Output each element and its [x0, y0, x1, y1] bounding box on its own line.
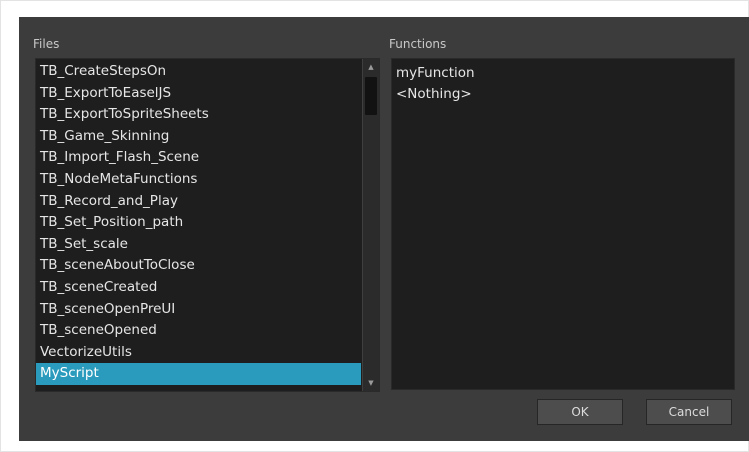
file-item[interactable]: TB_CreateStepsOn: [36, 61, 361, 83]
file-item[interactable]: TB_Import_Flash_Scene: [36, 147, 361, 169]
ok-button[interactable]: OK: [537, 399, 623, 425]
files-scrollbar[interactable]: ▲ ▼: [362, 59, 379, 391]
file-item[interactable]: TB_Set_Position_path: [36, 212, 361, 234]
page: Files Functions TB_CreateStepsOn TB_Expo…: [0, 0, 749, 452]
cancel-button[interactable]: Cancel: [646, 399, 732, 425]
file-item-selected[interactable]: MyScript: [36, 363, 361, 385]
functions-label: Functions: [389, 37, 447, 51]
files-list-box[interactable]: TB_CreateStepsOn TB_ExportToEaselJS TB_E…: [35, 58, 380, 392]
file-item[interactable]: TB_NodeMetaFunctions: [36, 169, 361, 191]
script-dialog: Files Functions TB_CreateStepsOn TB_Expo…: [19, 17, 749, 441]
functions-list[interactable]: myFunction <Nothing>: [392, 59, 734, 105]
file-item[interactable]: TB_sceneCreated: [36, 277, 361, 299]
file-item[interactable]: TB_sceneOpened: [36, 320, 361, 342]
file-item[interactable]: TB_Game_Skinning: [36, 126, 361, 148]
file-item[interactable]: TB_Set_scale: [36, 234, 361, 256]
file-item[interactable]: TB_sceneOpenPreUI: [36, 299, 361, 321]
scroll-thumb[interactable]: [365, 77, 377, 115]
files-list[interactable]: TB_CreateStepsOn TB_ExportToEaselJS TB_E…: [36, 61, 361, 385]
file-item[interactable]: TB_ExportToSpriteSheets: [36, 104, 361, 126]
function-item[interactable]: myFunction: [392, 63, 734, 84]
file-item[interactable]: TB_ExportToEaselJS: [36, 83, 361, 105]
scroll-down-arrow-icon[interactable]: ▼: [363, 375, 379, 391]
files-label: Files: [33, 37, 60, 51]
file-item[interactable]: TB_sceneAboutToClose: [36, 255, 361, 277]
file-item[interactable]: VectorizeUtils: [36, 342, 361, 364]
functions-list-box[interactable]: myFunction <Nothing>: [391, 58, 735, 390]
function-item[interactable]: <Nothing>: [392, 84, 734, 105]
file-item[interactable]: TB_Record_and_Play: [36, 191, 361, 213]
scroll-up-arrow-icon[interactable]: ▲: [363, 59, 379, 75]
